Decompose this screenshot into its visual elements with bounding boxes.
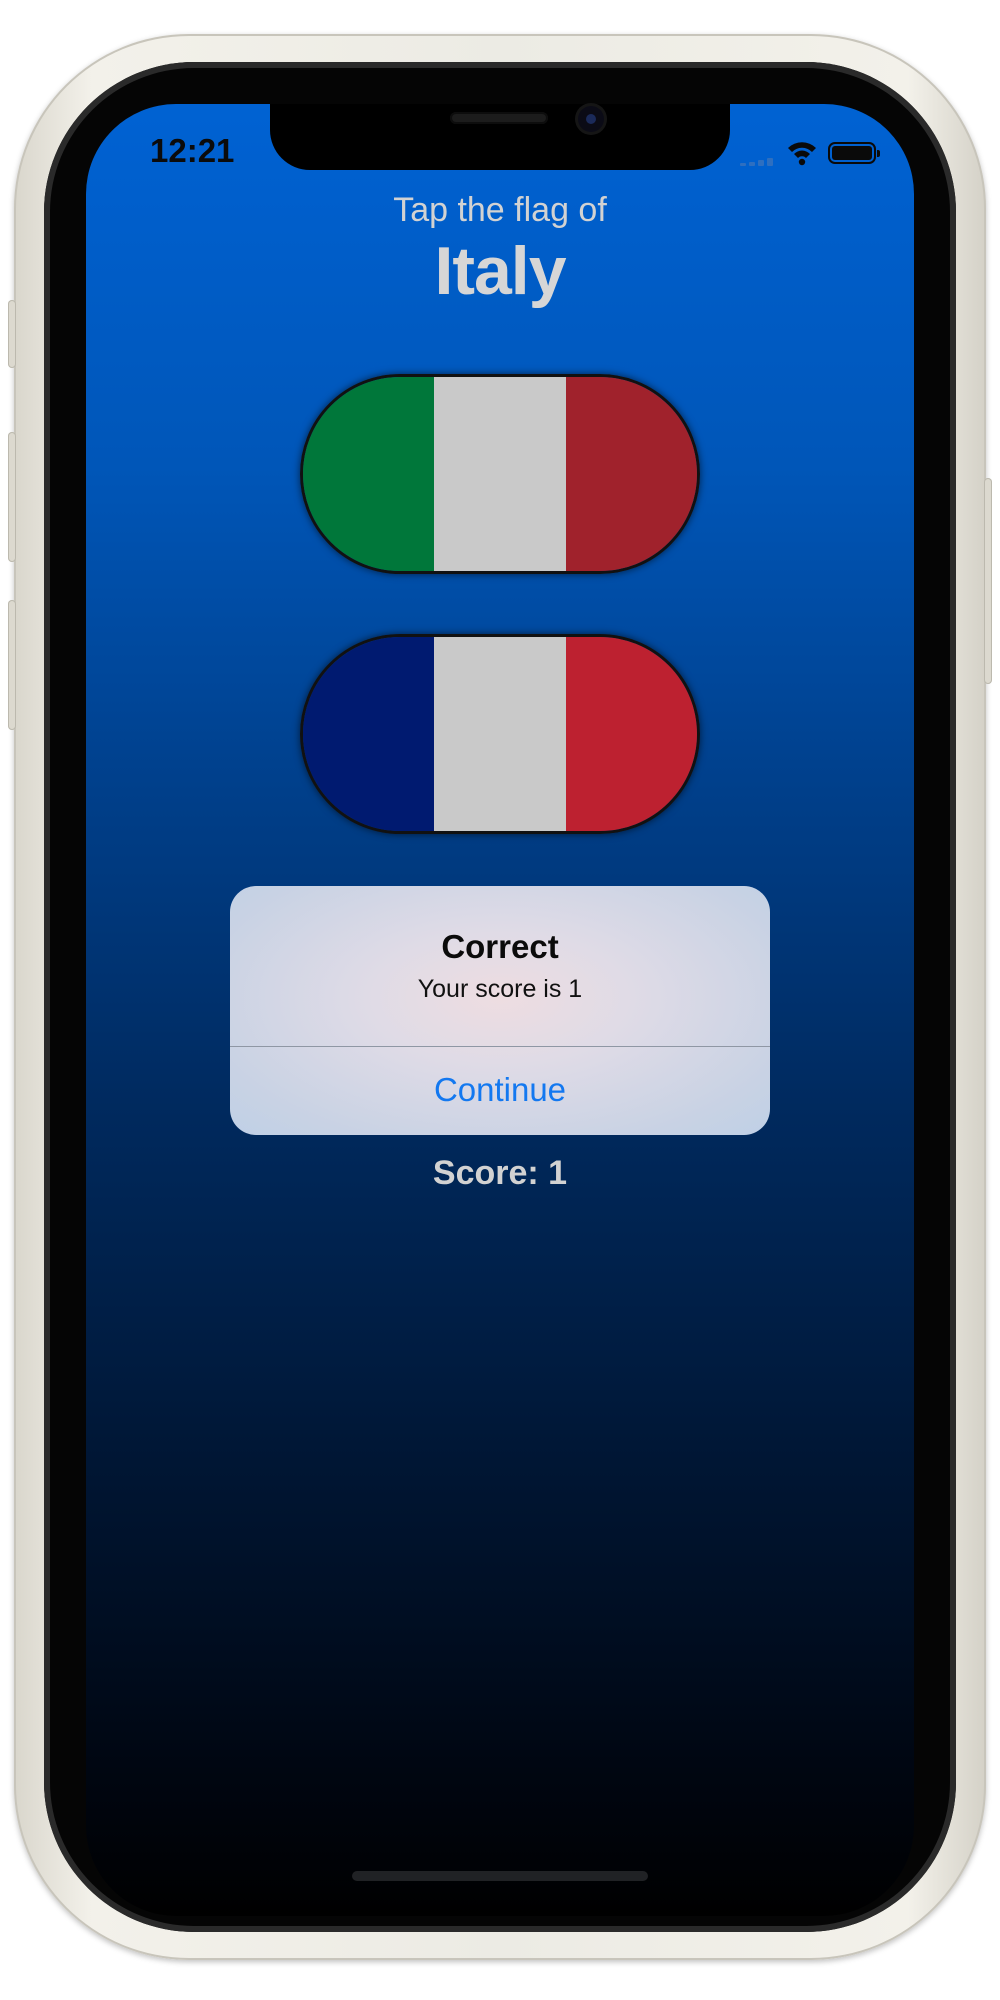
cellular-signal-icon xyxy=(740,158,776,166)
battery-icon xyxy=(828,142,880,164)
silent-switch xyxy=(8,300,16,368)
alert-message: Your score is 1 xyxy=(417,975,583,1003)
flag-stripe xyxy=(434,637,566,831)
prompt-text: Tap the flag of xyxy=(393,191,607,229)
earpiece-speaker xyxy=(450,112,548,124)
flag-stripe xyxy=(434,377,566,571)
flag-button-france[interactable] xyxy=(300,634,700,834)
alert-title: Correct xyxy=(441,928,559,965)
target-country: Italy xyxy=(434,233,566,309)
volume-down-button xyxy=(8,600,16,730)
power-button xyxy=(984,478,992,684)
continue-button[interactable]: Continue xyxy=(230,1047,770,1135)
status-time: 12:21 xyxy=(150,132,235,169)
score-label: Score: 1 xyxy=(432,1154,568,1192)
front-camera xyxy=(578,106,604,132)
result-alert: Correct Your score is 1 Continue xyxy=(230,886,770,1135)
home-indicator[interactable] xyxy=(352,1871,648,1881)
volume-up-button xyxy=(8,432,16,562)
wifi-icon xyxy=(788,142,816,166)
flag-button-italy[interactable] xyxy=(300,374,700,574)
